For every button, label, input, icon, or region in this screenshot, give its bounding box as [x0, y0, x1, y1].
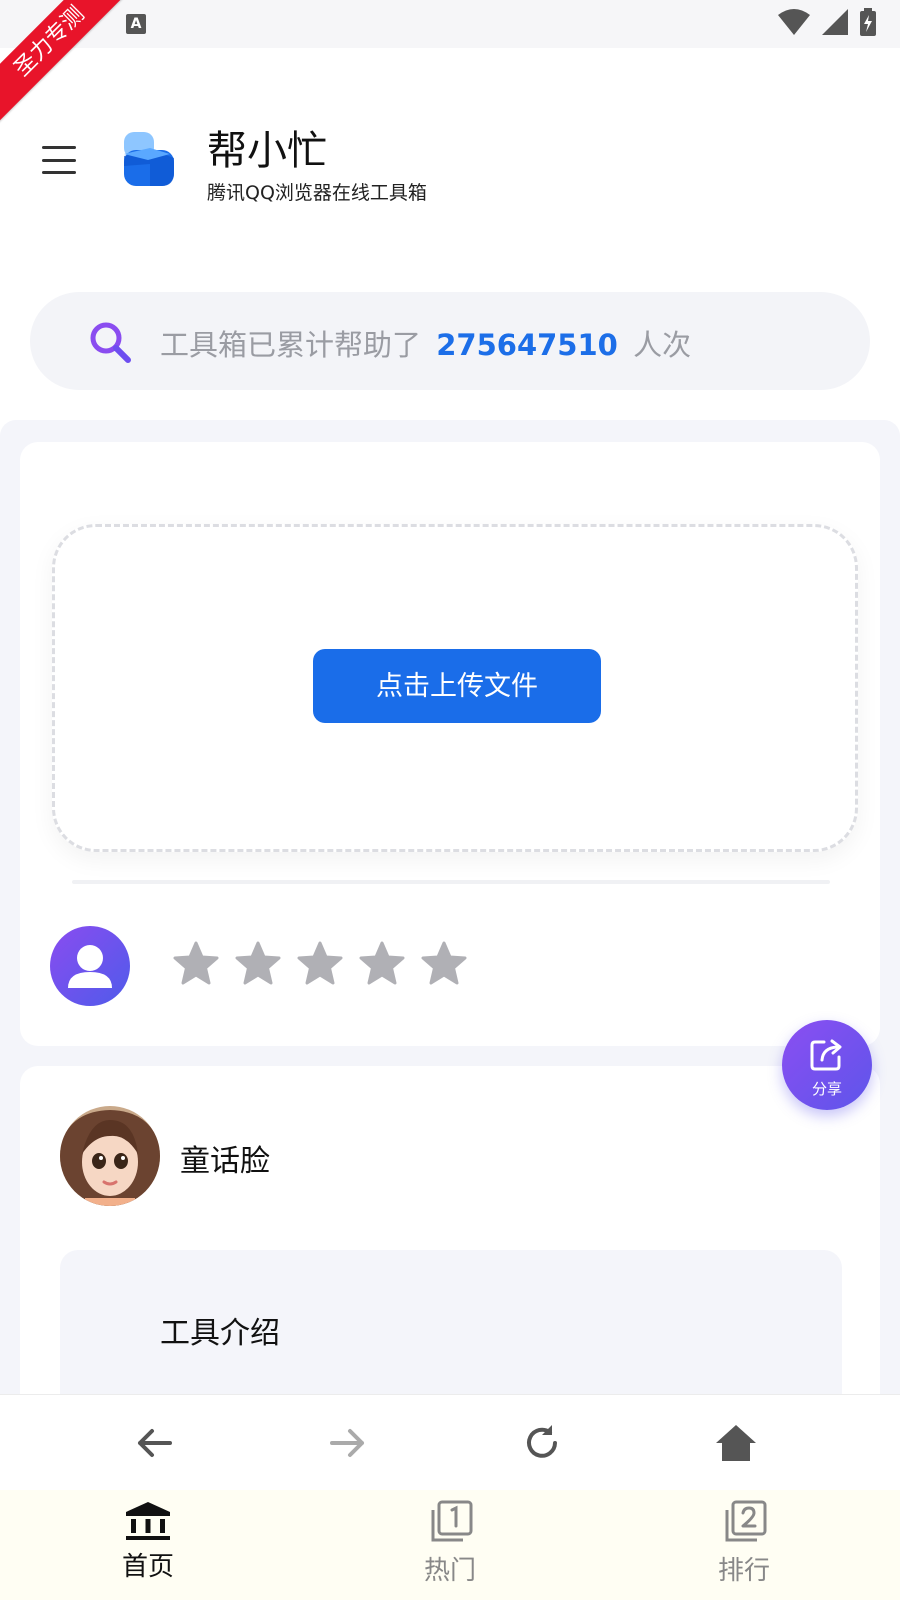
divider: [72, 880, 830, 884]
forward-arrow-icon: [330, 1429, 364, 1457]
status-icons: [778, 8, 876, 36]
rating-stars: [172, 940, 468, 988]
home-icon: [716, 1425, 756, 1461]
share-button[interactable]: 分享: [782, 1020, 872, 1110]
browser-toolbar: [0, 1394, 900, 1490]
refresh-icon: [527, 1425, 557, 1458]
search-bar[interactable]: 工具箱已累计帮助了 275647510 人次: [30, 292, 870, 390]
app-title: 帮小忙: [207, 128, 327, 174]
search-icon: [90, 322, 131, 363]
back-button[interactable]: [126, 1415, 182, 1471]
tab-home[interactable]: 首页: [88, 1500, 208, 1600]
tool-thumbnail: [60, 1106, 160, 1206]
tab-hot[interactable]: 热门: [390, 1500, 510, 1600]
back-arrow-icon: [138, 1429, 172, 1457]
star-icon[interactable]: [172, 940, 220, 988]
tab-ranking[interactable]: 排行: [684, 1500, 804, 1600]
home-button[interactable]: [708, 1415, 764, 1471]
search-suffix: 人次: [633, 328, 692, 362]
app-header: 帮小忙 腾讯QQ浏览器在线工具箱: [0, 48, 900, 280]
search-placeholder: 工具箱已累计帮助了 275647510 人次: [160, 322, 691, 364]
star-icon[interactable]: [420, 940, 468, 988]
forward-button[interactable]: [320, 1415, 376, 1471]
tab-hot-label: 热门: [423, 1556, 476, 1586]
bank-icon: [126, 1502, 170, 1540]
help-count: 275647510: [436, 328, 618, 362]
face-image: [60, 1106, 160, 1206]
upload-card: 点击上传文件: [20, 442, 880, 1046]
star-icon[interactable]: [358, 940, 406, 988]
star-icon[interactable]: [296, 940, 344, 988]
battery-icon: [860, 8, 876, 36]
share-icon: [810, 1039, 842, 1071]
tab-1-icon: [431, 1500, 473, 1542]
refresh-button[interactable]: [514, 1415, 570, 1471]
tab-home-label: 首页: [121, 1552, 174, 1582]
share-label: 分享: [811, 1080, 842, 1098]
signal-icon: [822, 9, 848, 35]
bottom-tab-bar: 首页 热门 排行: [0, 1490, 900, 1600]
app-logo: [124, 132, 174, 186]
user-icon: [68, 945, 112, 988]
tab-2-icon: [725, 1500, 767, 1542]
user-avatar[interactable]: [50, 926, 130, 1006]
tool-name: 童话脸: [180, 1144, 270, 1179]
tool-card: 童话脸 工具介绍: [20, 1066, 880, 1450]
star-icon[interactable]: [234, 940, 282, 988]
status-bar: 3 A: [0, 0, 900, 48]
wifi-icon: [778, 9, 810, 35]
tab-ranking-label: 排行: [717, 1556, 770, 1586]
intro-title: 工具介绍: [160, 1316, 280, 1351]
keyboard-indicator-icon: A: [126, 14, 146, 34]
upload-button[interactable]: 点击上传文件: [313, 649, 601, 723]
upload-dropzone[interactable]: 点击上传文件: [52, 524, 858, 852]
app-subtitle: 腾讯QQ浏览器在线工具箱: [207, 182, 427, 204]
search-prefix: 工具箱已累计帮助了: [160, 328, 422, 362]
menu-icon[interactable]: [42, 146, 76, 174]
